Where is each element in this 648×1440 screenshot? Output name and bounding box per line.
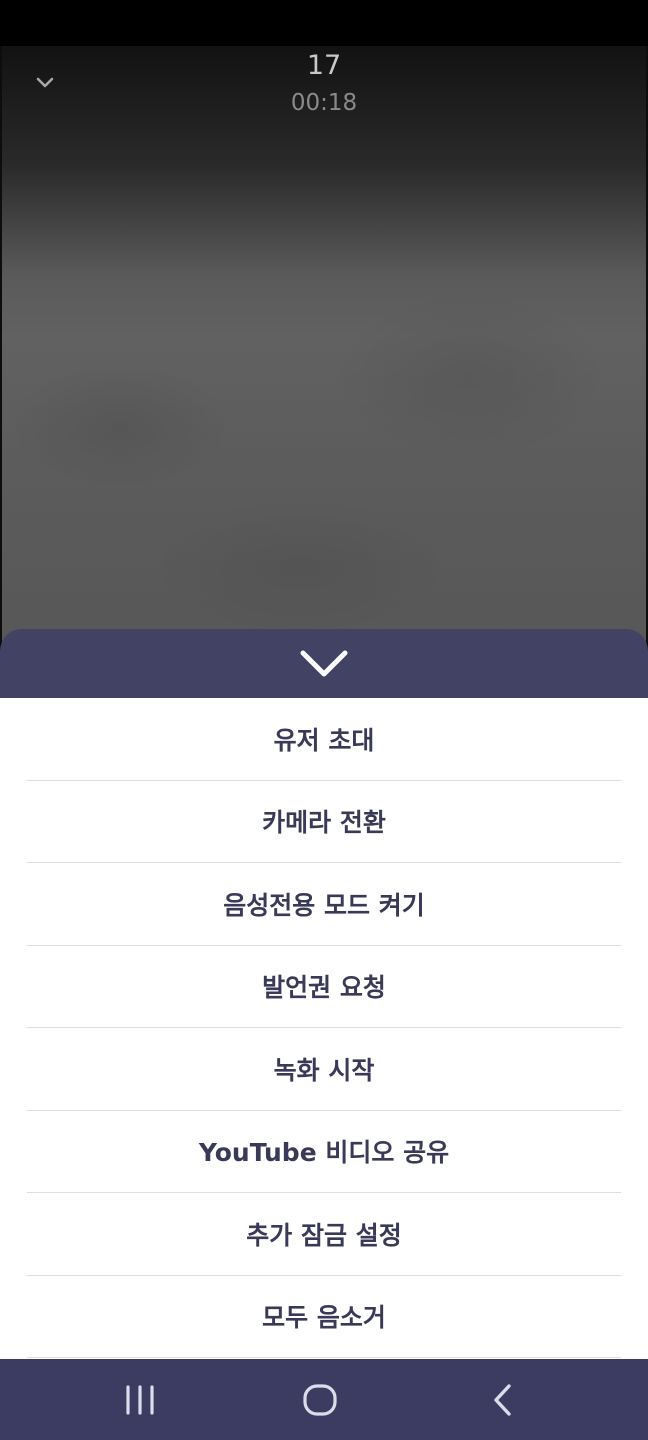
options-menu: 유저 초대 카메라 전환 음성전용 모드 켜기 발언권 요청 녹화 시작 You… [0, 698, 648, 1360]
back-button[interactable] [472, 1379, 532, 1421]
call-participant-count: 17 [306, 50, 342, 81]
chevron-down-icon [300, 650, 348, 677]
home-button[interactable] [290, 1379, 350, 1421]
navigation-bar [0, 1359, 648, 1440]
home-icon [303, 1384, 337, 1416]
menu-item-share-youtube[interactable]: YouTube 비디오 공유 [27, 1111, 621, 1193]
menu-item-mute-all[interactable]: 모두 음소거 [27, 1276, 621, 1358]
menu-item-switch-camera[interactable]: 카메라 전환 [27, 781, 621, 863]
video-feed [0, 46, 648, 646]
back-icon [494, 1384, 511, 1416]
close-sheet-button[interactable] [298, 647, 350, 681]
recents-button[interactable] [110, 1379, 170, 1421]
menu-item-invite-user[interactable]: 유저 초대 [27, 698, 621, 781]
menu-item-voice-only-mode[interactable]: 음성전용 모드 켜기 [27, 863, 621, 946]
video-border [0, 46, 2, 646]
sheet-header [0, 629, 648, 699]
menu-item-request-floor[interactable]: 발언권 요청 [27, 946, 621, 1028]
menu-item-extra-lock[interactable]: 추가 잠금 설정 [27, 1193, 621, 1276]
call-timer: 00:18 [290, 90, 358, 116]
status-bar [0, 0, 648, 46]
menu-item-start-recording[interactable]: 녹화 시작 [27, 1028, 621, 1111]
recents-icon [126, 1385, 154, 1415]
